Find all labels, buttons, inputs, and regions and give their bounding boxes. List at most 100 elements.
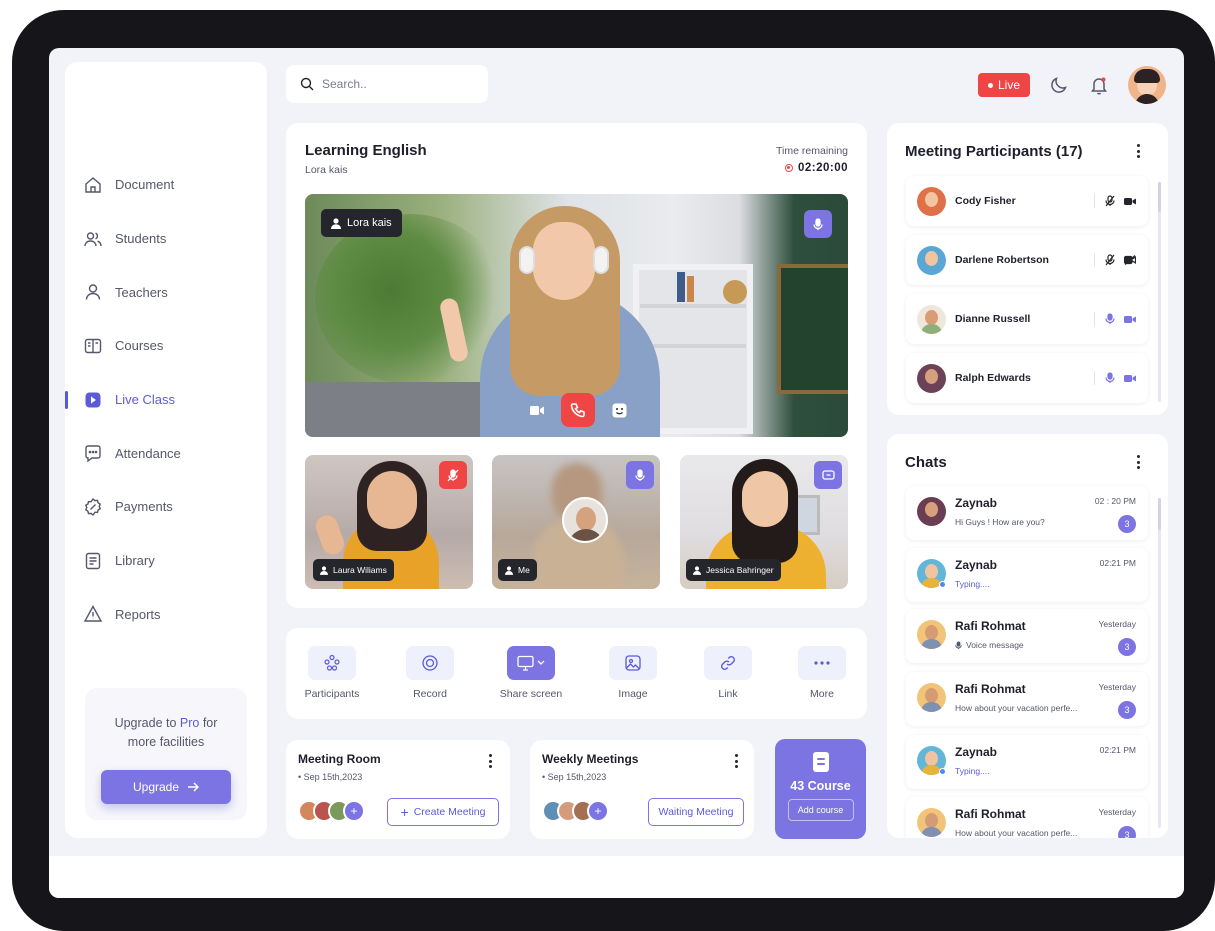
waiting-meeting-label: Waiting Meeting — [658, 806, 734, 818]
chat-row[interactable]: Zaynab Typing.... 02:21 PM — [906, 548, 1148, 602]
chats-scrollbar[interactable] — [1158, 498, 1161, 828]
avatar — [917, 808, 946, 837]
tool-link[interactable]: Link — [693, 646, 763, 700]
play-icon — [85, 392, 101, 408]
participants-icon — [324, 654, 340, 671]
tool-image-button[interactable] — [609, 646, 657, 680]
kebab-menu-icon[interactable] — [488, 754, 492, 768]
chat-row[interactable]: Zaynab Hi Guys ! How are you? 02 : 20 PM… — [906, 486, 1148, 540]
search-placeholder: Search.. — [322, 77, 367, 91]
avatar — [917, 363, 946, 393]
user-icon — [331, 217, 341, 229]
sidebar-item-live-class[interactable]: Live Class — [65, 373, 253, 427]
live-badge[interactable]: Live — [977, 73, 1030, 97]
chat-message-text: Typing.... — [955, 579, 990, 589]
participant-status — [1094, 194, 1148, 208]
document-icon — [85, 552, 101, 569]
upgrade-panel: Upgrade to Pro for more facilities Upgra… — [85, 688, 247, 820]
tool-participants-button[interactable] — [308, 646, 356, 680]
video-thumb-laura[interactable]: Laura Wiliams — [305, 455, 473, 589]
user-avatar[interactable] — [1128, 66, 1166, 104]
moon-icon[interactable] — [1048, 74, 1070, 96]
sidebar-item-payments[interactable]: Payments — [83, 480, 253, 534]
upgrade-button[interactable]: Upgrade — [101, 770, 231, 804]
sidebar-item-label: Attendance — [115, 445, 181, 461]
live-class-card: Learning English Lora kais Time remainin… — [286, 123, 867, 608]
avatar — [917, 304, 946, 334]
me-name: Me — [518, 565, 530, 575]
mic-off-icon[interactable] — [1105, 254, 1115, 266]
chat-name: Zaynab — [955, 745, 998, 759]
sidebar-item-students[interactable]: Students — [83, 212, 253, 266]
mic-icon[interactable] — [1105, 313, 1115, 325]
tool-participants[interactable]: Participants — [297, 646, 367, 700]
video-thumb-jessica[interactable]: Jessica Bahringer — [680, 455, 848, 589]
main-video-mic-button[interactable] — [804, 210, 832, 238]
mic-icon[interactable] — [1105, 372, 1115, 384]
topbar-actions: Live — [977, 66, 1166, 104]
create-meeting-button[interactable]: + Create Meeting — [387, 798, 499, 826]
tool-record-button[interactable] — [406, 646, 454, 680]
sidebar-item-document[interactable]: Document — [83, 158, 253, 212]
sidebar-item-label: Document — [115, 177, 175, 193]
participants-scrollbar[interactable] — [1158, 182, 1161, 402]
chat-time: 02:21 PM — [1099, 558, 1136, 568]
video-camera-icon[interactable] — [1124, 315, 1136, 324]
waiting-meeting-button[interactable]: Waiting Meeting — [648, 798, 744, 826]
tool-more-button[interactable] — [798, 646, 846, 680]
chat-message: How about your vacation perfe... — [955, 828, 1077, 838]
user-icon — [693, 565, 701, 575]
video-thumb-me[interactable]: Me — [492, 455, 660, 589]
chat-message: Voice message — [955, 640, 1024, 650]
tool-label: Image — [618, 688, 648, 700]
video-camera-icon[interactable] — [1124, 374, 1136, 383]
participant-row[interactable]: Ralph Edwards — [906, 353, 1148, 403]
sidebar-item-attendance[interactable]: Attendance — [83, 426, 253, 480]
video-camera-icon — [530, 405, 544, 415]
sidebar-item-library[interactable]: Library — [83, 534, 253, 588]
chat-row[interactable]: Rafi Rohmat Voice message Yesterday 3 — [906, 609, 1148, 663]
bell-icon[interactable] — [1088, 74, 1110, 96]
video-camera-icon[interactable] — [1124, 197, 1136, 206]
chat-row[interactable]: Rafi Rohmat How about your vacation perf… — [906, 672, 1148, 726]
warning-icon — [83, 605, 103, 623]
participant-row[interactable]: Darlene Robertson — [906, 235, 1148, 285]
unread-badge: 3 — [1118, 638, 1136, 656]
video-off-icon[interactable] — [1124, 255, 1136, 265]
tool-image[interactable]: Image — [598, 646, 668, 700]
chat-row[interactable]: Rafi Rohmat How about your vacation perf… — [906, 797, 1148, 838]
kebab-menu-icon[interactable] — [1136, 144, 1140, 158]
search-input[interactable]: Search.. — [286, 65, 488, 103]
participant-row[interactable]: Cody Fisher — [906, 176, 1148, 226]
participant-row[interactable]: Dianne Russell — [906, 294, 1148, 344]
add-member-icon[interactable]: + — [587, 800, 609, 822]
participant-name: Ralph Edwards — [955, 372, 1031, 384]
main-video-name: Lora kais — [347, 217, 392, 229]
user-icon — [320, 565, 328, 575]
meeting-room-avatars: + — [298, 800, 365, 822]
add-course-button[interactable]: Add course — [787, 799, 854, 821]
kebab-menu-icon[interactable] — [1136, 455, 1140, 469]
app-screen: Document Students Teachers Courses Live … — [49, 48, 1184, 898]
add-member-icon[interactable]: + — [343, 800, 365, 822]
sidebar-item-teachers[interactable]: Teachers — [83, 265, 253, 319]
mic-off-icon[interactable] — [1105, 195, 1115, 207]
tool-record[interactable]: Record — [395, 646, 465, 700]
camera-button[interactable] — [523, 396, 551, 424]
reaction-button[interactable] — [605, 396, 633, 424]
sidebar-item-courses[interactable]: Courses — [83, 319, 253, 373]
chat-message: How about your vacation perfe... — [955, 703, 1077, 713]
sidebar-item-label: Courses — [115, 338, 164, 354]
kebab-menu-icon[interactable] — [734, 754, 738, 768]
class-title: Learning English — [305, 142, 427, 159]
tool-link-button[interactable] — [704, 646, 752, 680]
tool-more[interactable]: More — [787, 646, 857, 700]
sidebar-item-reports[interactable]: Reports — [83, 588, 253, 642]
sidebar: Document Students Teachers Courses Live … — [65, 62, 267, 838]
tool-share-screen-button[interactable] — [507, 646, 555, 680]
chat-row[interactable]: Zaynab Typing.... 02:21 PM — [906, 735, 1148, 789]
main-video[interactable]: Lora kais — [305, 194, 848, 437]
tool-share-screen[interactable]: Share screen — [496, 646, 566, 700]
more-icon — [814, 661, 830, 665]
end-call-button[interactable] — [561, 393, 595, 427]
